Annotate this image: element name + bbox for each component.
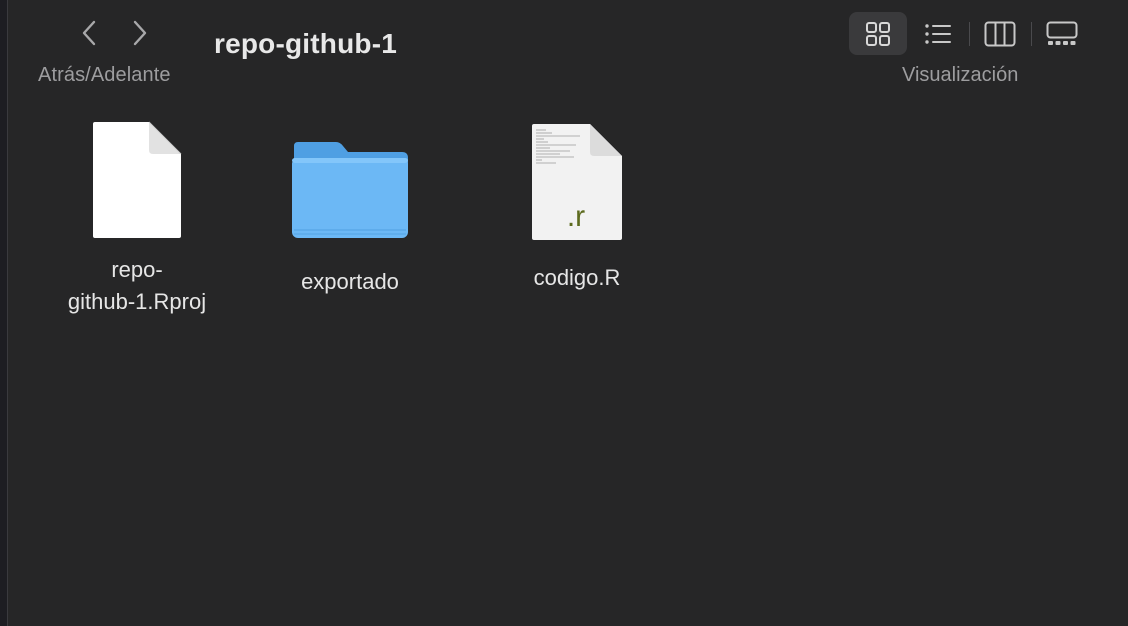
list-view-icon xyxy=(925,23,951,44)
view-icons-button[interactable] xyxy=(849,12,907,55)
chevron-right-icon xyxy=(133,20,147,46)
file-item-rproj[interactable]: repo- github-1.Rproj xyxy=(42,120,232,318)
view-list-button[interactable] xyxy=(911,12,965,55)
r-badge: .r xyxy=(567,200,585,233)
view-separator xyxy=(969,22,970,46)
nav-caption: Atrás/Adelante xyxy=(38,64,171,86)
column-view-icon xyxy=(984,21,1016,46)
view-columns-button[interactable] xyxy=(973,12,1027,55)
chevron-left-icon xyxy=(82,20,96,46)
finder-window: Atrás/Adelante repo-github-1 Visualizaci… xyxy=(0,0,1128,626)
back-button[interactable] xyxy=(74,18,104,48)
window-title: repo-github-1 xyxy=(214,28,398,59)
icon-view-grid-icon xyxy=(866,21,890,46)
document-icon xyxy=(93,121,182,238)
window-edge xyxy=(0,0,8,626)
view-caption: Visualización xyxy=(902,64,1019,86)
view-separator xyxy=(1031,22,1032,46)
r-script-icon: .r xyxy=(532,124,622,240)
folder-icon xyxy=(292,142,408,238)
file-label-line: github-1.Rproj xyxy=(67,289,207,314)
forward-button[interactable] xyxy=(125,18,155,48)
file-label: repo- github-1.Rproj xyxy=(47,254,227,318)
file-item-codigo-r[interactable]: .r codigo.R xyxy=(500,122,654,294)
file-label: codigo.R xyxy=(533,265,621,290)
file-label: exportado xyxy=(301,269,399,294)
folder-item-exportado[interactable]: exportado xyxy=(270,138,430,298)
file-label-line: repo- xyxy=(111,257,163,282)
gallery-view-icon xyxy=(1046,21,1078,45)
view-gallery-button[interactable] xyxy=(1035,12,1089,55)
